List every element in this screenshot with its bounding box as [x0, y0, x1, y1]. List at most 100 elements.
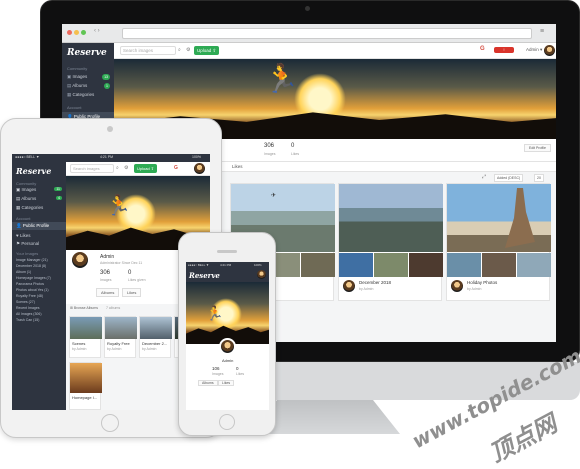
- album-card-holiday[interactable]: Holiday Photos by Admin: [446, 183, 551, 301]
- sidebar-group-account: Account: [16, 216, 31, 221]
- profile-avatar[interactable]: [219, 338, 236, 355]
- album-card-homepage[interactable]: Homepage I...: [69, 362, 102, 410]
- image-icon: ▣: [67, 74, 72, 79]
- album-author[interactable]: by Admin: [467, 287, 481, 291]
- maximize-window-button[interactable]: [81, 30, 86, 35]
- tab-likes[interactable]: Likes: [218, 380, 235, 386]
- profile-cover-image: 🏃: [186, 282, 269, 344]
- tablet-home-button[interactable]: [101, 414, 119, 432]
- album-author[interactable]: by Admin: [359, 287, 373, 291]
- tab-albums[interactable]: Albums: [96, 288, 120, 297]
- browse-albums-label[interactable]: ⊞ Browse Albums: [70, 306, 98, 310]
- sidebar-item-label: Images: [72, 74, 88, 79]
- sidebar-item-personal[interactable]: ⚑ Personal: [16, 241, 39, 247]
- album-thumb: [301, 253, 335, 277]
- tab-albums[interactable]: Albums: [198, 380, 218, 386]
- jumping-figure-icon: 🏃: [106, 195, 131, 217]
- expand-icon[interactable]: ⤢: [482, 174, 486, 180]
- sidebar-item-categories[interactable]: ▦ Categories: [62, 91, 114, 99]
- stat-likes-count: 0: [236, 366, 239, 371]
- edit-profile-button[interactable]: Edit Profile: [524, 144, 551, 152]
- search-icon[interactable]: ⌕: [178, 47, 181, 53]
- upload-button[interactable]: Upload ⇧: [194, 46, 220, 55]
- stat-likes-count: 0: [128, 270, 132, 276]
- monitor-camera: [305, 6, 310, 11]
- sidebar-item-images[interactable]: ▣ Images 13: [62, 73, 114, 81]
- sort-select[interactable]: Added (DESC): [494, 174, 524, 182]
- album-icon: ▤: [67, 83, 72, 88]
- sidebar-item-label: Categories: [21, 205, 44, 210]
- sidebar-item-albums[interactable]: ▤ Albums 1: [62, 82, 114, 90]
- folder-item[interactable]: Trash Can (15): [16, 317, 51, 323]
- per-page-select[interactable]: 20: [534, 174, 544, 182]
- album-title[interactable]: December 2018: [359, 280, 391, 285]
- album-title[interactable]: Scenes: [72, 341, 85, 346]
- profile-name: Admin: [222, 358, 234, 363]
- search-icon[interactable]: ⌕: [116, 165, 119, 171]
- avatar[interactable]: [544, 45, 555, 56]
- category-icon: ▦: [16, 205, 21, 210]
- avatar[interactable]: [343, 280, 355, 292]
- phone-home-button[interactable]: [219, 414, 235, 430]
- watermark-cn: 顶点网: [484, 409, 562, 469]
- album-title[interactable]: Homepage I...: [72, 395, 97, 400]
- avatar[interactable]: [451, 280, 463, 292]
- stat-images-label: Images: [264, 152, 276, 156]
- app-logo[interactable]: Reserve: [16, 166, 51, 176]
- heart-icon: ♥: [16, 233, 19, 238]
- album-card-royalty-free[interactable]: Royalty Free by Admin: [104, 316, 137, 358]
- album-cover: [447, 184, 551, 252]
- count-badge: 13: [102, 74, 110, 80]
- profile-name: Admin: [100, 254, 115, 260]
- sidebar-item-categories[interactable]: ▦ Categories: [16, 205, 43, 211]
- album-author[interactable]: by Admin: [72, 347, 86, 351]
- avatar[interactable]: [257, 270, 266, 279]
- phone-screen: ●●●●○ BELL ▼ 4:21 PM 100% Reserve 🏃 Admi…: [186, 262, 269, 410]
- app-logo[interactable]: Reserve: [67, 48, 107, 58]
- album-icon: ▤: [16, 196, 21, 201]
- upload-button[interactable]: Upload ⇧: [134, 164, 158, 173]
- album-card-december[interactable]: December 2018 by Admin: [338, 183, 443, 301]
- sidebar-item-label: Albums: [21, 196, 37, 201]
- tablet-sidebar: Reserve Community ▣ Images 11 ▤ Albums 4…: [12, 162, 66, 410]
- sidebar-item-public-profile[interactable]: 👤 Public Profile: [12, 222, 66, 230]
- tab-likes[interactable]: Likes: [122, 288, 142, 297]
- profile-avatar[interactable]: [70, 250, 90, 270]
- album-title[interactable]: Holiday Photos: [467, 280, 497, 285]
- address-bar[interactable]: [122, 28, 532, 39]
- album-author[interactable]: by Admin: [142, 347, 156, 351]
- album-cover: [105, 317, 137, 339]
- sidebar-item-albums[interactable]: ▤ Albums 4: [16, 196, 64, 202]
- tab-likes[interactable]: Likes: [232, 164, 243, 169]
- google-icon[interactable]: G: [480, 46, 485, 52]
- phone-speaker: [217, 250, 237, 253]
- close-window-button[interactable]: [67, 30, 72, 35]
- app-logo[interactable]: Reserve: [189, 271, 220, 280]
- notice-badge[interactable]: !: [494, 47, 514, 53]
- album-title[interactable]: Royalty Free: [107, 341, 130, 346]
- stat-likes-label: Likes: [291, 152, 300, 156]
- back-icon[interactable]: ‹ ›: [94, 28, 100, 34]
- clock-text: 4:21 PM: [220, 263, 232, 267]
- sidebar-item-label: Likes: [19, 233, 31, 238]
- album-card-scenes[interactable]: Scenes by Admin: [69, 316, 102, 358]
- album-author[interactable]: by Admin: [107, 347, 121, 351]
- sidebar-item-likes[interactable]: ♥ Likes: [16, 233, 30, 238]
- search-input[interactable]: Search images: [120, 46, 176, 55]
- album-card-december[interactable]: December 2... by Admin: [139, 316, 172, 358]
- google-icon[interactable]: G: [174, 165, 178, 171]
- gear-icon[interactable]: ⚙: [124, 165, 128, 171]
- sidebar-group-community: Community: [67, 66, 88, 71]
- minimize-window-button[interactable]: [74, 30, 79, 35]
- stat-likes-label: Likes: [236, 372, 245, 376]
- album-count: 7 albums: [106, 306, 121, 310]
- user-menu[interactable]: Admin ▾: [526, 47, 542, 53]
- album-title[interactable]: December 2...: [142, 341, 167, 346]
- avatar[interactable]: [194, 163, 205, 174]
- gear-icon[interactable]: ⚙: [186, 47, 190, 53]
- sidebar-item-images[interactable]: ▣ Images 11: [16, 187, 64, 193]
- menu-icon[interactable]: ≡: [540, 28, 544, 36]
- category-icon: ▦: [67, 92, 72, 97]
- search-input[interactable]: Search images: [70, 164, 114, 173]
- album-thumb: [374, 253, 408, 277]
